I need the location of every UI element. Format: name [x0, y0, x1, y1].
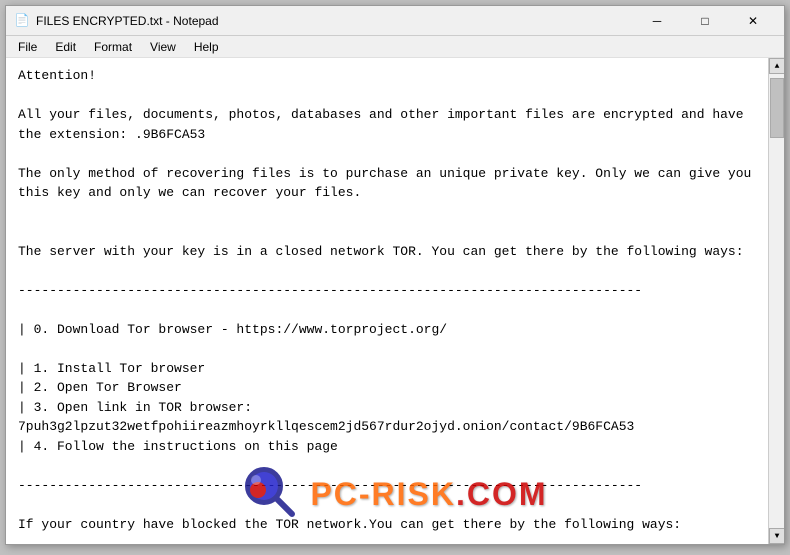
minimize-button[interactable]: ─	[634, 8, 680, 34]
scroll-thumb[interactable]	[770, 78, 784, 138]
maximize-button[interactable]: □	[682, 8, 728, 34]
window-title: FILES ENCRYPTED.txt - Notepad	[36, 14, 219, 28]
title-bar: 📄 FILES ENCRYPTED.txt - Notepad ─ □ ✕	[6, 6, 784, 36]
scroll-up-button[interactable]: ▲	[769, 58, 784, 74]
menu-bar: File Edit Format View Help	[6, 36, 784, 58]
menu-file[interactable]: File	[10, 38, 45, 56]
menu-edit[interactable]: Edit	[47, 38, 84, 56]
text-editor[interactable]	[6, 58, 768, 544]
title-buttons: ─ □ ✕	[634, 8, 776, 34]
notepad-window: 📄 FILES ENCRYPTED.txt - Notepad ─ □ ✕ Fi…	[5, 5, 785, 545]
content-wrapper: ▲ ▼ PC-RISK.COM	[6, 58, 784, 544]
menu-help[interactable]: Help	[186, 38, 227, 56]
scrollbar[interactable]: ▲ ▼	[768, 58, 784, 544]
title-bar-left: 📄 FILES ENCRYPTED.txt - Notepad	[14, 13, 219, 29]
app-icon: 📄	[14, 13, 30, 29]
menu-format[interactable]: Format	[86, 38, 140, 56]
menu-view[interactable]: View	[142, 38, 184, 56]
close-button[interactable]: ✕	[730, 8, 776, 34]
scroll-track[interactable]	[769, 74, 784, 528]
scroll-down-button[interactable]: ▼	[769, 528, 784, 544]
